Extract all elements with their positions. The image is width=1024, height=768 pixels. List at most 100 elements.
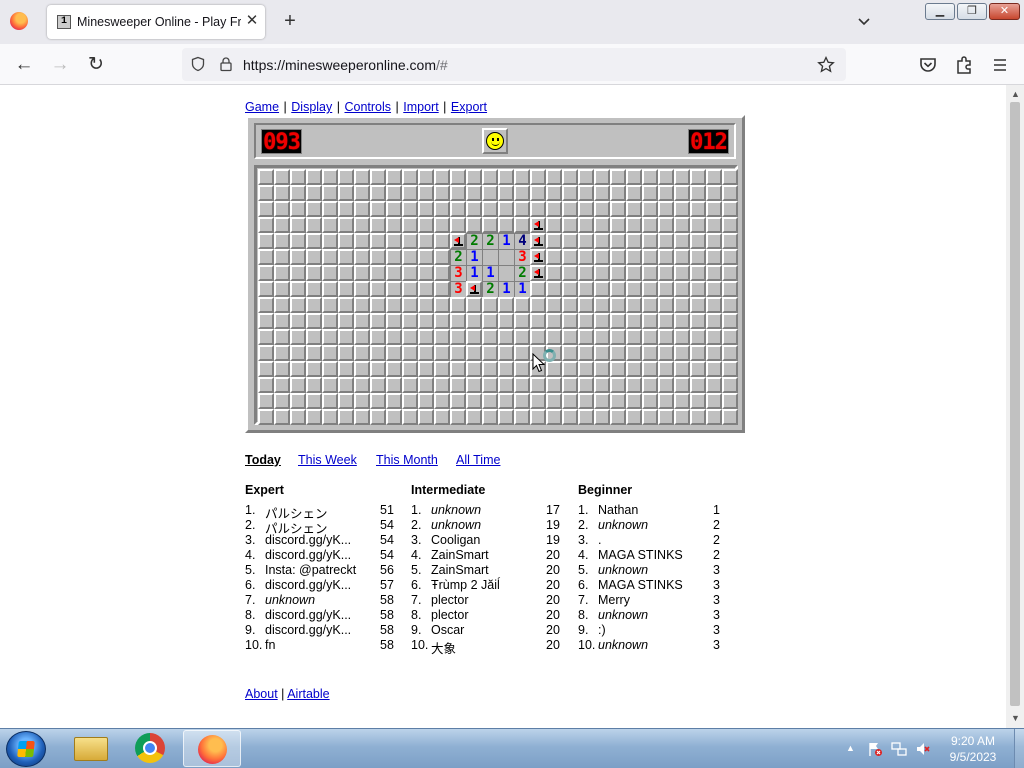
hidden-cell[interactable] [642,185,658,201]
hidden-cell[interactable] [562,377,578,393]
hidden-cell[interactable] [578,329,594,345]
hidden-cell[interactable] [546,393,562,409]
hidden-cell[interactable] [450,297,466,313]
scroll-down-icon[interactable]: ▼ [1011,713,1020,723]
hidden-cell[interactable] [466,201,482,217]
hidden-cell[interactable] [658,409,674,425]
hidden-cell[interactable] [674,329,690,345]
tab-list-chevron-down-icon[interactable] [854,12,874,32]
show-hidden-icons-arrow-icon[interactable]: ▲ [846,743,855,753]
hidden-cell[interactable] [546,281,562,297]
hidden-cell[interactable] [562,201,578,217]
hidden-cell[interactable] [642,329,658,345]
hidden-cell[interactable] [450,201,466,217]
hidden-cell[interactable] [482,329,498,345]
hidden-cell[interactable] [530,329,546,345]
hidden-cell[interactable] [626,265,642,281]
hidden-cell[interactable] [610,185,626,201]
hidden-cell[interactable] [594,217,610,233]
hidden-cell[interactable] [498,169,514,185]
hidden-cell[interactable] [690,281,706,297]
hidden-cell[interactable] [658,313,674,329]
hidden-cell[interactable] [594,313,610,329]
reload-icon[interactable]: ↻ [84,53,108,77]
revealed-cell[interactable] [482,249,498,265]
hidden-cell[interactable] [562,249,578,265]
hidden-cell[interactable] [258,329,274,345]
hidden-cell[interactable] [626,185,642,201]
hidden-cell[interactable] [546,249,562,265]
hidden-cell[interactable] [322,329,338,345]
hidden-cell[interactable] [578,361,594,377]
hidden-cell[interactable] [642,393,658,409]
hidden-cell[interactable] [322,201,338,217]
hidden-cell[interactable] [258,217,274,233]
hidden-cell[interactable] [610,313,626,329]
hidden-cell[interactable] [594,169,610,185]
hidden-cell[interactable] [658,393,674,409]
hidden-cell[interactable] [466,169,482,185]
hidden-cell[interactable] [626,329,642,345]
hidden-cell[interactable] [418,217,434,233]
hidden-cell[interactable] [290,185,306,201]
hidden-cell[interactable] [450,377,466,393]
hidden-cell[interactable] [562,361,578,377]
hidden-cell[interactable] [274,313,290,329]
hidden-cell[interactable] [354,313,370,329]
hidden-cell[interactable] [466,313,482,329]
hidden-cell[interactable] [610,329,626,345]
hidden-cell[interactable] [386,185,402,201]
hidden-cell[interactable] [610,265,626,281]
hidden-cell[interactable] [546,201,562,217]
hidden-cell[interactable] [386,329,402,345]
hidden-cell[interactable] [322,345,338,361]
tab-today[interactable]: Today [245,453,281,467]
hidden-cell[interactable] [642,217,658,233]
hidden-cell[interactable] [338,313,354,329]
extensions-puzzle-icon[interactable] [952,53,976,77]
hidden-cell[interactable] [258,169,274,185]
hidden-cell[interactable] [306,361,322,377]
hidden-cell[interactable] [690,393,706,409]
flagged-cell[interactable] [530,265,546,281]
hidden-cell[interactable] [562,313,578,329]
hidden-cell[interactable] [338,169,354,185]
hamburger-menu-icon[interactable] [988,53,1012,77]
hidden-cell[interactable] [706,345,722,361]
hidden-cell[interactable] [386,249,402,265]
hidden-cell[interactable] [658,297,674,313]
scrollbar-thumb[interactable] [1010,102,1020,706]
hidden-cell[interactable] [658,329,674,345]
hidden-cell[interactable] [306,281,322,297]
hidden-cell[interactable] [370,169,386,185]
hidden-cell[interactable] [658,281,674,297]
hidden-cell[interactable] [418,169,434,185]
hidden-cell[interactable] [546,217,562,233]
hidden-cell[interactable] [514,201,530,217]
hidden-cell[interactable] [626,249,642,265]
hidden-cell[interactable] [498,329,514,345]
hidden-cell[interactable] [274,265,290,281]
hidden-cell[interactable] [418,297,434,313]
hidden-cell[interactable] [258,313,274,329]
revealed-cell[interactable]: 1 [466,265,482,281]
revealed-cell[interactable]: 4 [514,233,530,249]
hidden-cell[interactable] [402,201,418,217]
tab-close-icon[interactable]: ✕ [243,12,261,30]
hidden-cell[interactable] [338,377,354,393]
hidden-cell[interactable] [402,377,418,393]
hidden-cell[interactable] [722,393,738,409]
hidden-cell[interactable] [386,201,402,217]
hidden-cell[interactable] [338,249,354,265]
hidden-cell[interactable] [290,329,306,345]
hidden-cell[interactable] [610,361,626,377]
hidden-cell[interactable] [690,201,706,217]
hidden-cell[interactable] [306,297,322,313]
hidden-cell[interactable] [386,313,402,329]
pocket-icon[interactable] [916,53,940,77]
hidden-cell[interactable] [370,409,386,425]
hidden-cell[interactable] [610,169,626,185]
hidden-cell[interactable] [418,233,434,249]
hidden-cell[interactable] [434,169,450,185]
hidden-cell[interactable] [546,409,562,425]
